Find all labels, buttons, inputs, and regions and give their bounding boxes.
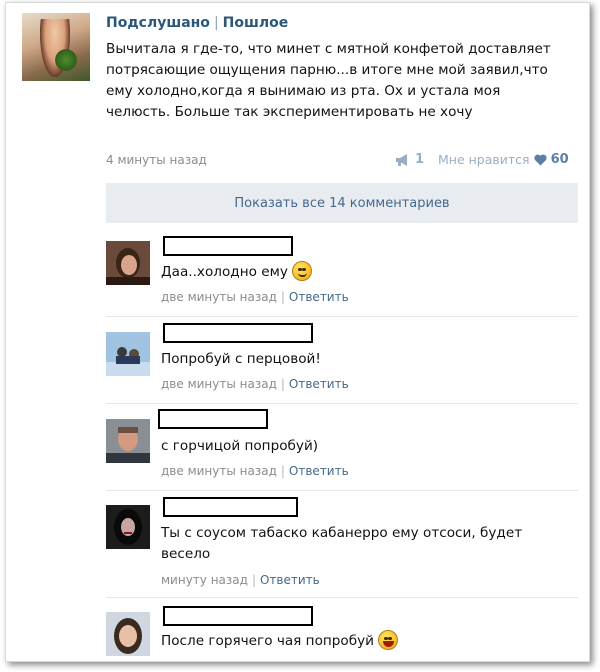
avatar-leaf: [52, 49, 80, 71]
post-time[interactable]: 4 минуты назад: [106, 153, 207, 167]
like-count: 60: [550, 152, 569, 167]
redacted-author-name: [158, 409, 268, 429]
share-button[interactable]: 1: [395, 152, 424, 167]
vk-post-card: Подслушано | Пошлое Вычитала я где-то, что…: [5, 2, 590, 662]
show-all-comments-button[interactable]: Показать все 14 комментариев: [106, 183, 578, 223]
heart-icon: [533, 154, 547, 165]
comment-meta: минуту назад | Ответить: [161, 573, 320, 587]
redacted-author-name: [163, 497, 298, 517]
comment-text: Даа..холодно ему: [161, 261, 561, 283]
comment-time[interactable]: две минуты назад: [161, 464, 277, 478]
comment-avatar[interactable]: [106, 505, 150, 549]
comment-divider: [106, 597, 578, 598]
comment-avatar[interactable]: [106, 612, 150, 656]
group-category[interactable]: Пошлое: [223, 15, 289, 31]
comment-text: с горчицой попробуй): [161, 438, 319, 454]
comment-divider: [106, 403, 578, 404]
redacted-author-name: [163, 606, 313, 626]
share-count: 1: [415, 152, 425, 167]
post-text: Вычитала я где-то, что минет с мятной ко…: [106, 41, 551, 120]
group-avatar[interactable]: [22, 13, 90, 81]
comment-divider: [106, 316, 578, 317]
reply-link[interactable]: Ответить: [289, 464, 349, 478]
title-separator: |: [213, 15, 219, 31]
reply-link[interactable]: Ответить: [289, 290, 349, 304]
group-name[interactable]: Подслушано: [106, 15, 210, 31]
comment-meta: две минуты назад | Ответить: [161, 464, 349, 478]
comment-time[interactable]: две минуты назад: [161, 290, 277, 304]
redacted-author-name: [163, 236, 293, 256]
comment-avatar[interactable]: [106, 419, 150, 463]
like-label: Мне нравится: [438, 152, 530, 167]
redacted-author-name: [163, 323, 313, 343]
smiling-face-emoji: [291, 261, 312, 281]
comment-meta: две минуты назад | Ответить: [161, 290, 349, 304]
comment-avatar[interactable]: [106, 241, 150, 285]
reply-link[interactable]: Ответить: [289, 377, 349, 391]
like-button[interactable]: Мне нравится 60: [438, 152, 569, 167]
comment-meta: две минуты назад | Ответить: [161, 377, 349, 391]
comment-time[interactable]: минуту назад: [161, 573, 248, 587]
megaphone-icon: [396, 153, 407, 166]
comment-divider: [106, 490, 578, 491]
comment-text: После горячего чая попробуй: [161, 630, 561, 652]
comment-text: Попробуй с перцовой!: [161, 351, 321, 367]
reply-link[interactable]: Ответить: [260, 573, 320, 587]
laughing-face-emoji: [378, 630, 398, 650]
post-title[interactable]: Подслушано | Пошлое: [106, 15, 288, 31]
comment-text: Ты с соусом табаско кабанерро ему отсоси…: [161, 525, 523, 562]
comment-avatar[interactable]: [106, 332, 150, 376]
comment-time[interactable]: две минуты назад: [161, 377, 277, 391]
